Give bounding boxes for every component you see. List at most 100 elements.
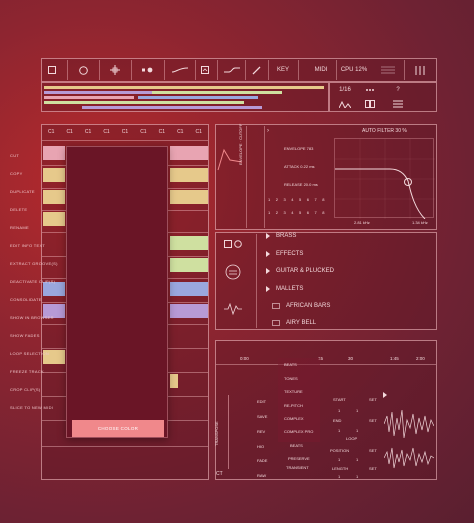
position-bar-value[interactable]: 1 [338, 457, 340, 462]
fade-button[interactable]: FADE [257, 458, 267, 463]
square-icon[interactable] [224, 235, 232, 253]
sample-waveform[interactable] [383, 396, 435, 476]
knob-number[interactable]: 8 [322, 197, 330, 204]
menu-item-extract-grooves[interactable]: EXTRACT GROOVE(S) [10, 261, 58, 266]
length-set-button[interactable]: SET [369, 466, 377, 471]
warp-mode-beats[interactable]: BEATS [284, 362, 297, 367]
end-bar-value[interactable]: 1 [338, 428, 340, 433]
raw-button[interactable]: RAW [257, 473, 266, 478]
menu-item-deactivate-clips[interactable]: DEACTIVATE CLIP(S) [10, 279, 55, 284]
knob-number[interactable]: 5 [299, 210, 307, 217]
edit-button[interactable]: EDIT [257, 399, 266, 404]
clip[interactable] [170, 374, 178, 388]
pencil-icon[interactable] [248, 60, 264, 80]
knob-number[interactable]: 1 [268, 210, 276, 217]
menu-item-crop-clips[interactable]: CROP CLIP(S) [10, 387, 40, 392]
choose-color-button[interactable]: CHOOSE COLOR [72, 420, 164, 437]
warp-mode-complex[interactable]: COMPLEX [284, 416, 304, 421]
clip[interactable] [43, 168, 65, 182]
chevron-right-icon[interactable]: › [267, 128, 269, 134]
browser-item-brass[interactable]: BRASS [266, 233, 296, 239]
knob-number[interactable]: 2 [276, 210, 284, 217]
menu-item-duplicate[interactable]: DUPLICATE [10, 189, 35, 194]
clip[interactable] [170, 190, 208, 204]
clip[interactable] [43, 282, 65, 296]
quantize-value[interactable]: 1/16 [335, 84, 355, 96]
beats-mode-select[interactable]: BEATS [290, 443, 303, 448]
menu-lines-icon[interactable] [378, 60, 398, 80]
clip-icon[interactable] [198, 60, 212, 80]
knob-number[interactable]: 4 [291, 197, 299, 204]
key-map-button[interactable]: KEY [272, 60, 294, 80]
menu-item-freeze-track[interactable]: FREEZE TRACK [10, 369, 44, 374]
warp-mode-re-pitch[interactable]: RE-PITCH [284, 403, 303, 408]
menu-item-show-in-browser[interactable]: SHOW IN BROWSER [10, 315, 54, 320]
knob-number[interactable]: 4 [291, 210, 299, 217]
dots-icon[interactable] [360, 84, 380, 96]
menu-item-edit-info-text[interactable]: EDIT INFO TEXT [10, 243, 45, 248]
warp-mode-complex-pro[interactable]: COMPLEX PRO [284, 429, 313, 434]
clip[interactable] [170, 168, 208, 182]
loop-toggle[interactable]: LOOP [346, 436, 357, 441]
pitch-slider[interactable] [228, 395, 238, 469]
knob-number[interactable]: 5 [299, 197, 307, 204]
reverse-button[interactable]: REV [257, 429, 265, 434]
browser-item-mallets[interactable]: MALLETS [266, 286, 303, 292]
clip[interactable] [170, 304, 208, 318]
menu-item-copy[interactable]: COPY [10, 171, 23, 176]
menu-item-loop-selection[interactable]: LOOP SELECTION [10, 351, 49, 356]
start-beat-value[interactable]: 1 [356, 408, 358, 413]
move-icon[interactable] [106, 60, 124, 80]
metronome-icon[interactable] [335, 98, 355, 110]
automation-curve-icon[interactable] [222, 60, 242, 80]
columns-icon[interactable] [410, 60, 430, 80]
knob-number[interactable]: 7 [315, 210, 323, 217]
menu-item-delete[interactable]: DELETE [10, 207, 27, 212]
midi-map-button[interactable]: MIDI [310, 60, 332, 80]
save-button[interactable]: SAVE [257, 414, 267, 419]
loop-dot-icon[interactable] [138, 60, 158, 80]
length-beat-value[interactable]: 1 [356, 474, 358, 479]
warp-mode-tones[interactable]: TONES [284, 376, 298, 381]
fade-curve-icon[interactable] [170, 60, 190, 80]
length-bar-value[interactable]: 1 [338, 474, 340, 479]
clip[interactable] [170, 146, 208, 160]
knob-number[interactable]: 3 [284, 210, 292, 217]
menu-item-show-fades[interactable]: SHOW FADES [10, 333, 40, 338]
position-beat-value[interactable]: 1 [356, 457, 358, 462]
end-beat-value[interactable]: 1 [356, 428, 358, 433]
category-icon[interactable] [225, 264, 241, 285]
list-icon[interactable] [388, 98, 408, 110]
clip[interactable] [43, 146, 65, 160]
transient-select[interactable]: TRANSIENT [286, 465, 309, 470]
clip[interactable] [43, 190, 65, 204]
knob-number[interactable]: 2 [276, 197, 284, 204]
knob-number[interactable]: 8 [322, 210, 330, 217]
knob-number[interactable]: 6 [307, 197, 315, 204]
clip[interactable] [170, 282, 208, 296]
start-set-button[interactable]: SET [369, 397, 377, 402]
arrangement-overview[interactable] [41, 82, 329, 112]
filter-graph[interactable] [334, 138, 435, 220]
menu-item-consolidate[interactable]: CONSOLIDATE [10, 297, 42, 302]
position-set-button[interactable]: SET [369, 448, 377, 453]
circle-icon[interactable] [234, 235, 242, 253]
knob-number[interactable]: 7 [315, 197, 323, 204]
clip[interactable] [170, 236, 208, 250]
browser-item-african-bars[interactable]: AFRICAN BARS [272, 303, 330, 309]
menu-item-slice-to-new-midi[interactable]: SLICE TO NEW MIDI [10, 405, 53, 410]
browser-item-effects[interactable]: EFFECTS [266, 251, 303, 257]
waveform-icon[interactable] [224, 302, 242, 320]
browser-item-guitar-plucked[interactable]: GUITAR & PLUCKED [266, 268, 334, 274]
split-icon[interactable] [360, 98, 380, 110]
help-button[interactable]: ? [388, 84, 408, 96]
warp-mode-texture[interactable]: TEXTURE [284, 389, 303, 394]
knob-number[interactable]: 3 [284, 197, 292, 204]
knob-number[interactable]: 1 [268, 197, 276, 204]
stop-icon[interactable] [44, 60, 60, 80]
hio-button[interactable]: HIO [257, 444, 264, 449]
browser-item-airy-bell[interactable]: AIRY BELL [272, 320, 316, 326]
start-bar-value[interactable]: 1 [338, 408, 340, 413]
menu-item-rename[interactable]: RENAME [10, 225, 29, 230]
playhead-marker[interactable] [383, 392, 387, 398]
